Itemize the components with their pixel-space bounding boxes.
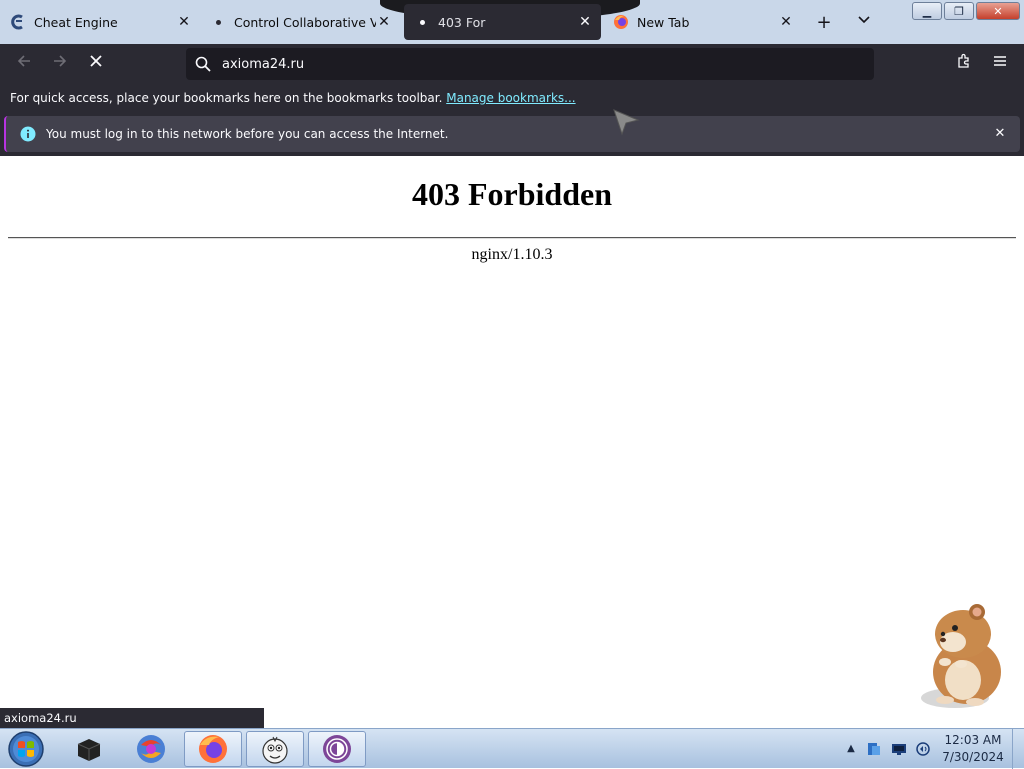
- tab-cheat-engine[interactable]: Cheat Engine ✕: [0, 0, 200, 44]
- loading-dot-icon: [414, 14, 430, 30]
- captive-portal-notification: You must log in to this network before y…: [4, 116, 1020, 152]
- url-text: axioma24.ru: [222, 56, 305, 72]
- network-tray-icon[interactable]: [866, 741, 882, 757]
- firefox-icon[interactable]: [184, 731, 242, 767]
- restore-button[interactable]: ❐: [944, 2, 974, 20]
- cheat-engine-icon: [10, 14, 26, 30]
- bookmarks-toolbar: For quick access, place your bookmarks h…: [0, 84, 1024, 112]
- close-tab-icon[interactable]: ✕: [376, 14, 392, 30]
- back-icon[interactable]: [12, 52, 36, 76]
- menu-icon[interactable]: [988, 52, 1012, 76]
- swirl-app-icon[interactable]: [122, 731, 180, 767]
- window-controls: ▁ ❐ ✕: [912, 2, 1020, 20]
- close-tab-icon[interactable]: ✕: [778, 14, 794, 30]
- loading-dot-icon: [210, 14, 226, 30]
- info-icon: [20, 126, 36, 142]
- page-title: 403 Forbidden: [411, 176, 613, 212]
- minimize-button[interactable]: ▁: [912, 2, 942, 20]
- extensions-icon[interactable]: [952, 52, 976, 76]
- notification-area: You must log in to this network before y…: [0, 112, 1024, 156]
- address-bar[interactable]: axioma24.ru: [186, 48, 874, 80]
- clock-time[interactable]: 12:03 AM: [928, 733, 1018, 747]
- list-all-tabs-icon[interactable]: [853, 12, 875, 34]
- notification-message: You must log in to this network before y…: [46, 127, 449, 141]
- cartoon-face-icon[interactable]: [246, 731, 304, 767]
- new-tab-icon[interactable]: +: [813, 12, 835, 34]
- forward-icon[interactable]: [48, 52, 72, 76]
- tor-browser-icon[interactable]: [308, 731, 366, 767]
- tab-label: Control Collaborative Virtu: [234, 14, 376, 30]
- taskbar: ▲ 12:03 AM 7/30/2024: [0, 728, 1024, 769]
- close-icon[interactable]: ✕: [992, 126, 1008, 142]
- close-window-button[interactable]: ✕: [976, 2, 1020, 20]
- navigation-toolbar: axioma24.ru: [0, 44, 1024, 84]
- stop-loading-icon[interactable]: [84, 52, 108, 76]
- start-button[interactable]: [4, 730, 48, 768]
- page-content: 403 Forbidden nginx/1.10.3: [0, 156, 1024, 708]
- close-tab-icon[interactable]: ✕: [176, 14, 192, 30]
- show-hidden-icons-icon[interactable]: ▲: [843, 741, 859, 757]
- divider: [8, 237, 1016, 239]
- hamster-desktop-pet[interactable]: [915, 600, 1010, 712]
- tab-strip: Cheat Engine ✕ Control Collaborative Vir…: [0, 0, 1024, 44]
- tab-new-tab[interactable]: New Tab ✕: [603, 0, 803, 44]
- manage-bookmarks-link[interactable]: Manage bookmarks...: [446, 91, 575, 105]
- tab-label: 403 Forbi: [438, 14, 486, 30]
- monitor-tray-icon[interactable]: [891, 741, 907, 757]
- tab-control-collaborative[interactable]: Control Collaborative Virtu ✕: [200, 0, 402, 44]
- tab-403-forbidden[interactable]: 403 Forbi ✕: [404, 4, 601, 40]
- cube-app-icon[interactable]: [60, 731, 118, 767]
- tab-label: Cheat Engine: [34, 14, 118, 30]
- search-icon: [195, 56, 211, 72]
- tab-label: New Tab: [637, 14, 690, 30]
- mouse-cursor-icon: [613, 109, 640, 136]
- bookmarks-message: For quick access, place your bookmarks h…: [10, 91, 443, 105]
- status-panel-url: axioma24.ru: [0, 708, 264, 728]
- close-tab-icon[interactable]: ✕: [577, 14, 593, 30]
- firefox-icon: [613, 14, 629, 30]
- show-desktop-button[interactable]: [1012, 729, 1024, 769]
- server-signature: nginx/1.10.3: [471, 246, 553, 263]
- clock-date[interactable]: 7/30/2024: [928, 750, 1018, 764]
